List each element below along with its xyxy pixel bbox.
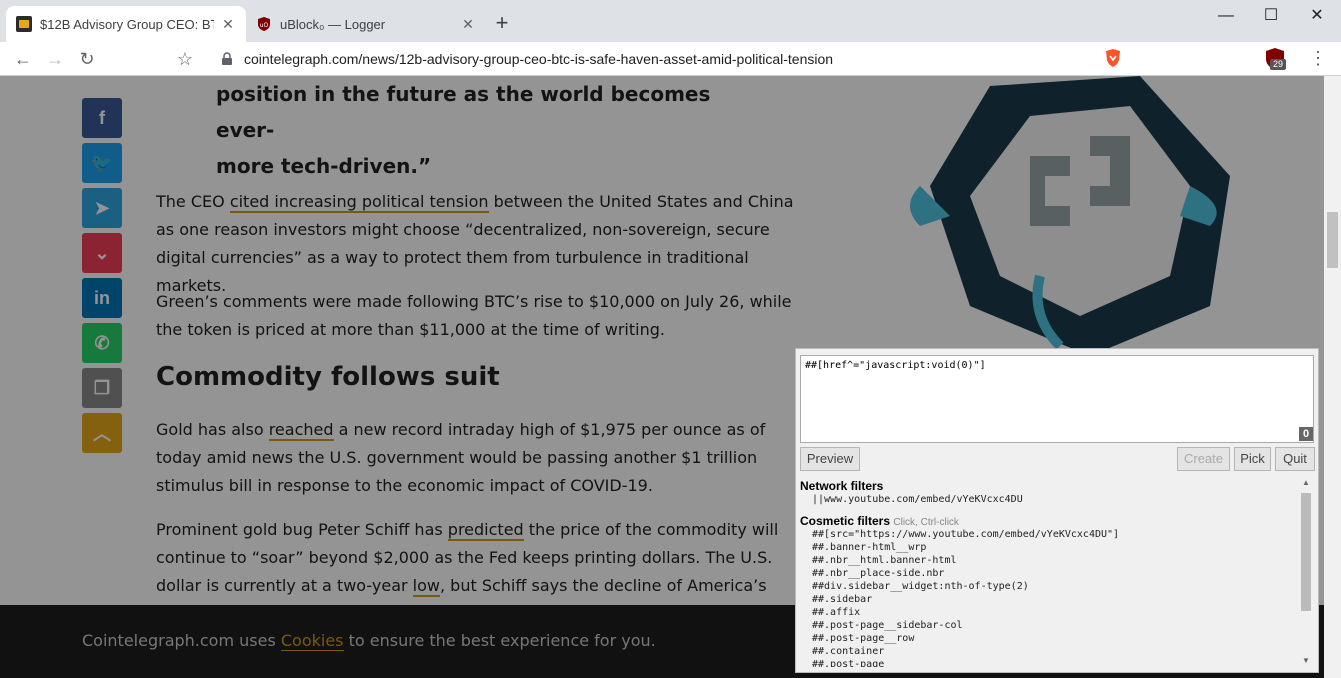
picker-list-scrollbar[interactable]: ▲ ▼: [1299, 477, 1313, 667]
cosmetic-filter-item[interactable]: ##.banner-html__wrp: [800, 541, 1290, 554]
tab-ublock-logger[interactable]: uO uBlock₀ — Logger ✕: [246, 6, 486, 42]
scrollbar-thumb[interactable]: [1327, 212, 1338, 268]
svg-text:uO: uO: [260, 22, 269, 29]
cosmetic-filter-item[interactable]: ##.nbr__place-side.nbr: [800, 567, 1290, 580]
ublock-badge-count: 29: [1270, 59, 1287, 70]
network-filter-item[interactable]: ||www.youtube.com/embed/vYeKVcxc4DU: [800, 493, 1290, 506]
cosmetic-filter-item[interactable]: ##[src="https://www.youtube.com/embed/vY…: [800, 528, 1290, 541]
tab-article[interactable]: $12B Advisory Group CEO: BTC Is S ✕: [6, 6, 246, 42]
element-picker-panel: ##[href^="javascript:void(0)"] 0 Preview…: [795, 348, 1319, 673]
maximize-button[interactable]: ☐: [1248, 4, 1294, 28]
pick-button[interactable]: Pick: [1234, 447, 1271, 471]
cosmetic-filter-item[interactable]: ##.container: [800, 645, 1290, 658]
tab-title: uBlock₀ — Logger: [280, 16, 386, 32]
cosmetic-filter-item[interactable]: ##div.sidebar__widget:nth-of-type(2): [800, 580, 1290, 593]
cosmetic-filters-heading: Cosmetic filters Click, Ctrl-click: [800, 514, 1290, 528]
new-tab-button[interactable]: +: [491, 12, 513, 34]
address-bar[interactable]: cointelegraph.com/news/12b-advisory-grou…: [210, 45, 1130, 73]
browser-menu-button[interactable]: ⋮: [1306, 46, 1330, 72]
create-button[interactable]: Create: [1177, 447, 1230, 471]
cosmetic-filter-item[interactable]: ##.post-page__row: [800, 632, 1290, 645]
cosmetic-filters-hint: Click, Ctrl-click: [893, 517, 959, 528]
tab-close-icon[interactable]: ✕: [460, 16, 476, 32]
network-filters-title: Network filters: [800, 479, 884, 493]
minimize-button[interactable]: —: [1203, 4, 1249, 28]
tab-close-icon[interactable]: ✕: [220, 16, 236, 32]
filter-candidates-list: Network filters ||www.youtube.com/embed/…: [800, 477, 1290, 667]
preview-button[interactable]: Preview: [800, 447, 860, 471]
forward-button[interactable]: →: [42, 46, 68, 72]
lock-icon: [222, 52, 232, 65]
browser-toolbar: ← → ↻ ☆ cointelegraph.com/news/12b-advis…: [0, 42, 1341, 76]
url-text: cointelegraph.com/news/12b-advisory-grou…: [244, 51, 834, 67]
cosmetic-filter-item[interactable]: ##.sidebar: [800, 593, 1290, 606]
cosmetic-filter-item[interactable]: ##.post-page: [800, 658, 1290, 667]
tab-strip: $12B Advisory Group CEO: BTC Is S ✕ uO u…: [0, 0, 1341, 42]
cosmetic-filters-title: Cosmetic filters: [800, 514, 891, 528]
bookmark-icon[interactable]: ☆: [172, 46, 198, 72]
cointelegraph-favicon-icon: [16, 16, 32, 32]
scroll-up-arrow-icon[interactable]: ▲: [1299, 477, 1313, 489]
scroll-down-arrow-icon[interactable]: ▼: [1299, 655, 1313, 667]
page-scrollbar[interactable]: [1324, 76, 1341, 678]
quit-button[interactable]: Quit: [1275, 447, 1315, 471]
back-button[interactable]: ←: [10, 46, 36, 72]
cosmetic-filter-item[interactable]: ##.post-page__sidebar-col: [800, 619, 1290, 632]
reload-button[interactable]: ↻: [74, 46, 100, 72]
tab-title: $12B Advisory Group CEO: BTC Is S: [40, 16, 214, 32]
cosmetic-filter-item[interactable]: ##.nbr__html.banner-html: [800, 554, 1290, 567]
picker-scrollbar-thumb[interactable]: [1301, 493, 1311, 611]
cosmetic-filter-item[interactable]: ##.affix: [800, 606, 1290, 619]
brave-shield-icon[interactable]: [1104, 48, 1122, 68]
filter-textarea[interactable]: ##[href^="javascript:void(0)"]: [800, 355, 1314, 443]
close-window-button[interactable]: ✕: [1294, 4, 1340, 28]
match-count-badge: 0: [1299, 427, 1314, 441]
ublock-favicon-icon: uO: [258, 17, 270, 31]
